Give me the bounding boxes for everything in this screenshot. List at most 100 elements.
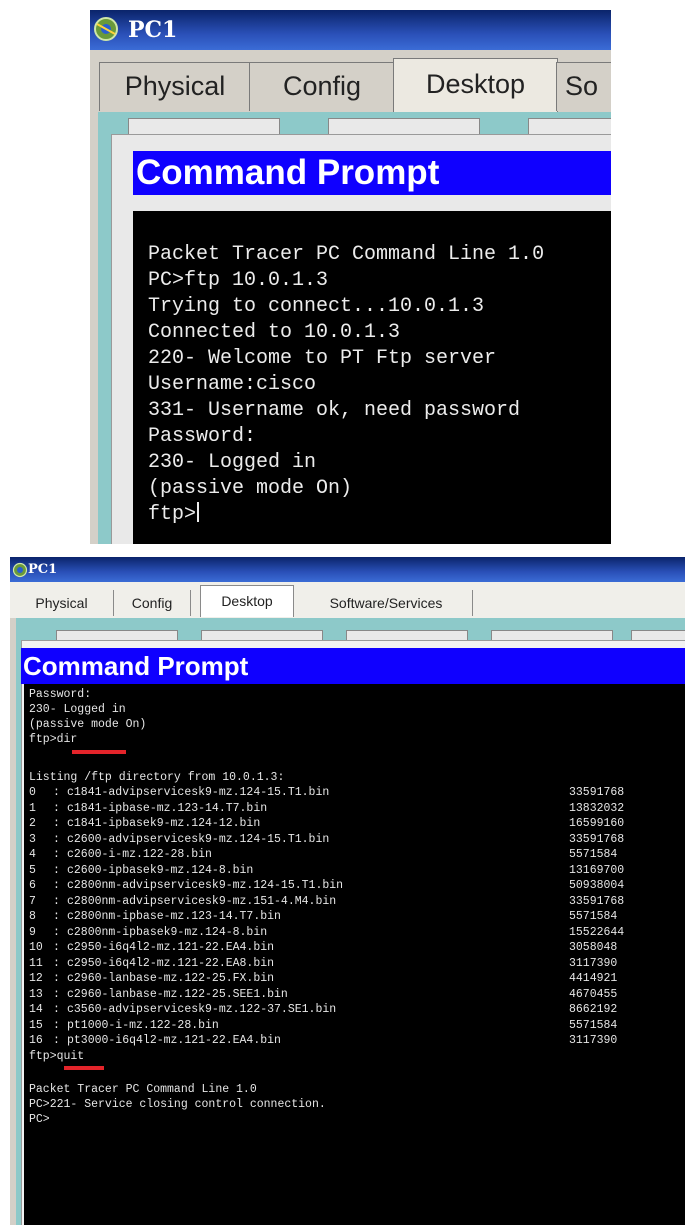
file-size: 5571584 (569, 848, 618, 861)
listing-header: Listing /ftp directory from 10.0.1.3: (29, 771, 285, 784)
tab-physical[interactable]: Physical (99, 62, 251, 111)
file-row: 7: c2800nm-advipservicesk9-mz.151-4.M4.bi… (29, 894, 679, 909)
file-size: 15522644 (569, 925, 625, 939)
separator: : (53, 879, 60, 892)
file-name: pt3000-i6q4l2-mz.121-22.EA4.bin (67, 1034, 281, 1047)
file-size: 50938004 (569, 879, 625, 892)
separator: : (53, 894, 60, 908)
file-row: 4: c2600-i-mz.122-28.bin 5571584 (29, 847, 679, 862)
tab-desktop[interactable]: Desktop (393, 58, 558, 113)
separator: : (53, 941, 60, 954)
file-size: 5571584 (569, 1018, 618, 1032)
terminal-prompt[interactable]: PC> (29, 1112, 50, 1127)
terminal-line: PC>221- Service closing control connecti… (29, 1098, 326, 1111)
file-size: 8662192 (569, 1003, 618, 1016)
file-index: 6 (29, 879, 36, 892)
file-size: 33591768 (569, 894, 625, 908)
file-index: 0 (29, 786, 36, 799)
file-row: 13: c2960-lanbase-mz.122-25.SEE1.bin 46704… (29, 987, 679, 1002)
file-row: 0: c1841-advipservicesk9-mz.124-15.T1.bin… (29, 785, 679, 800)
packet-tracer-pc-icon (94, 17, 118, 41)
file-row: 14: c3560-advipservicesk9-mz.122-37.SE1.b… (29, 1002, 679, 1017)
file-index: 13 (29, 987, 43, 1001)
terminal-line: Packet Tracer PC Command Line 1.0 (148, 243, 545, 266)
file-name: c2950-i6q4l2-mz.121-22.EA4.bin (67, 941, 275, 954)
file-row: 8: c2800nm-ipbase-mz.123-14.T7.bin 5571584 (29, 909, 679, 924)
file-index: 15 (29, 1018, 43, 1032)
terminal-line: Password: (148, 425, 257, 448)
separator: : (53, 987, 60, 1001)
file-index: 9 (29, 925, 36, 939)
file-index: 8 (29, 910, 36, 923)
terminal-line: Password: (29, 688, 92, 701)
separator: : (53, 817, 60, 830)
terminal-output[interactable]: Password: 230- Logged in (passive mode O… (24, 684, 685, 1225)
file-name: c1841-advipservicesk9-mz.124-15.T1.bin (67, 786, 330, 799)
file-row: 15: pt1000-i-mz.122-28.bin 5571584 (29, 1018, 679, 1033)
tab-desktop[interactable]: Desktop (200, 585, 294, 617)
terminal-line: 331- Username ok, need password (148, 399, 521, 422)
file-size: 3117390 (569, 956, 618, 970)
file-row: 12: c2960-lanbase-mz.122-25.FX.bin 4414921 (29, 971, 679, 986)
title-bar[interactable]: PC1 (90, 10, 611, 50)
separator: : (53, 848, 60, 861)
tab-software-services[interactable]: Software/Services (300, 590, 473, 616)
file-name: c1841-ipbase-mz.123-14.T7.bin (67, 801, 268, 815)
file-size: 13832032 (569, 801, 625, 815)
terminal-prompt-line[interactable]: ftp> (148, 502, 200, 528)
pc1-window-zoomed: PC1 Physical Config Desktop So Command P… (90, 10, 611, 544)
command-prompt-header: Command Prompt (21, 648, 685, 684)
file-index: 4 (29, 848, 36, 861)
file-index: 16 (29, 1034, 43, 1047)
file-size: 13169700 (569, 863, 625, 877)
terminal-line: 220- Welcome to PT Ftp server (148, 347, 497, 370)
file-index: 2 (29, 817, 36, 830)
separator: : (53, 863, 60, 877)
terminal-output[interactable]: Packet Tracer PC Command Line 1.0 PC>ftp… (133, 211, 611, 544)
file-size: 3117390 (569, 1034, 618, 1047)
highlight-underline (64, 1066, 104, 1070)
file-size: 5571584 (569, 910, 618, 923)
separator: : (53, 925, 60, 939)
separator: : (53, 1003, 60, 1016)
file-name: c2800nm-ipbase-mz.123-14.T7.bin (67, 910, 281, 923)
terminal-line: Username:cisco (148, 373, 317, 396)
file-name: c2800nm-advipservicesk9-mz.124-15.T1.bin (67, 879, 344, 892)
separator: : (53, 972, 60, 985)
tab-software-services[interactable]: So (556, 62, 611, 111)
tab-config[interactable]: Config (249, 62, 395, 111)
tab-config[interactable]: Config (114, 590, 191, 616)
separator: : (53, 832, 60, 846)
file-name: c2960-lanbase-mz.122-25.SEE1.bin (67, 987, 288, 1001)
command-prompt-title: Command Prompt (23, 651, 249, 681)
tab-bar: Physical Config Desktop Software/Service… (10, 582, 685, 618)
file-row: 3: c2600-advipservicesk9-mz.124-15.T1.bin… (29, 832, 679, 847)
file-row: 6: c2800nm-advipservicesk9-mz.124-15.T1.b… (29, 878, 679, 893)
command-prompt-panel: Command Prompt Packet Tracer PC Command … (111, 134, 611, 544)
terminal-line: PC>ftp 10.0.1.3 (148, 269, 329, 292)
file-row: 10: c2950-i6q4l2-mz.121-22.EA4.bin 3058048 (29, 940, 679, 955)
file-row: 9: c2800nm-ipbasek9-mz.124-8.bin 15522644 (29, 925, 679, 940)
file-size: 33591768 (569, 786, 625, 799)
terminal-line: Packet Tracer PC Command Line 1.0 (29, 1083, 257, 1096)
separator: : (53, 1018, 60, 1032)
file-index: 7 (29, 894, 36, 908)
file-row: 5: c2600-ipbasek9-mz.124-8.bin 13169700 (29, 863, 679, 878)
file-size: 4670455 (569, 987, 618, 1001)
separator: : (53, 801, 60, 815)
file-index: 3 (29, 832, 36, 846)
pc1-window: PC1 Physical Config Desktop Software/Ser… (10, 557, 685, 1225)
tab-physical[interactable]: Physical (10, 590, 114, 616)
file-size: 16599160 (569, 817, 625, 830)
separator: : (53, 786, 60, 799)
separator: : (53, 956, 60, 970)
file-index: 5 (29, 863, 36, 877)
file-name: c2800nm-advipservicesk9-mz.151-4.M4.bin (67, 894, 337, 908)
file-name: c2800nm-ipbasek9-mz.124-8.bin (67, 925, 268, 939)
terminal-prompt: ftp> (148, 503, 197, 526)
packet-tracer-pc-icon (12, 562, 28, 578)
title-bar[interactable]: PC1 (10, 557, 685, 582)
file-size: 4414921 (569, 972, 618, 985)
file-name: c2600-advipservicesk9-mz.124-15.T1.bin (67, 832, 330, 846)
separator: : (53, 910, 60, 923)
